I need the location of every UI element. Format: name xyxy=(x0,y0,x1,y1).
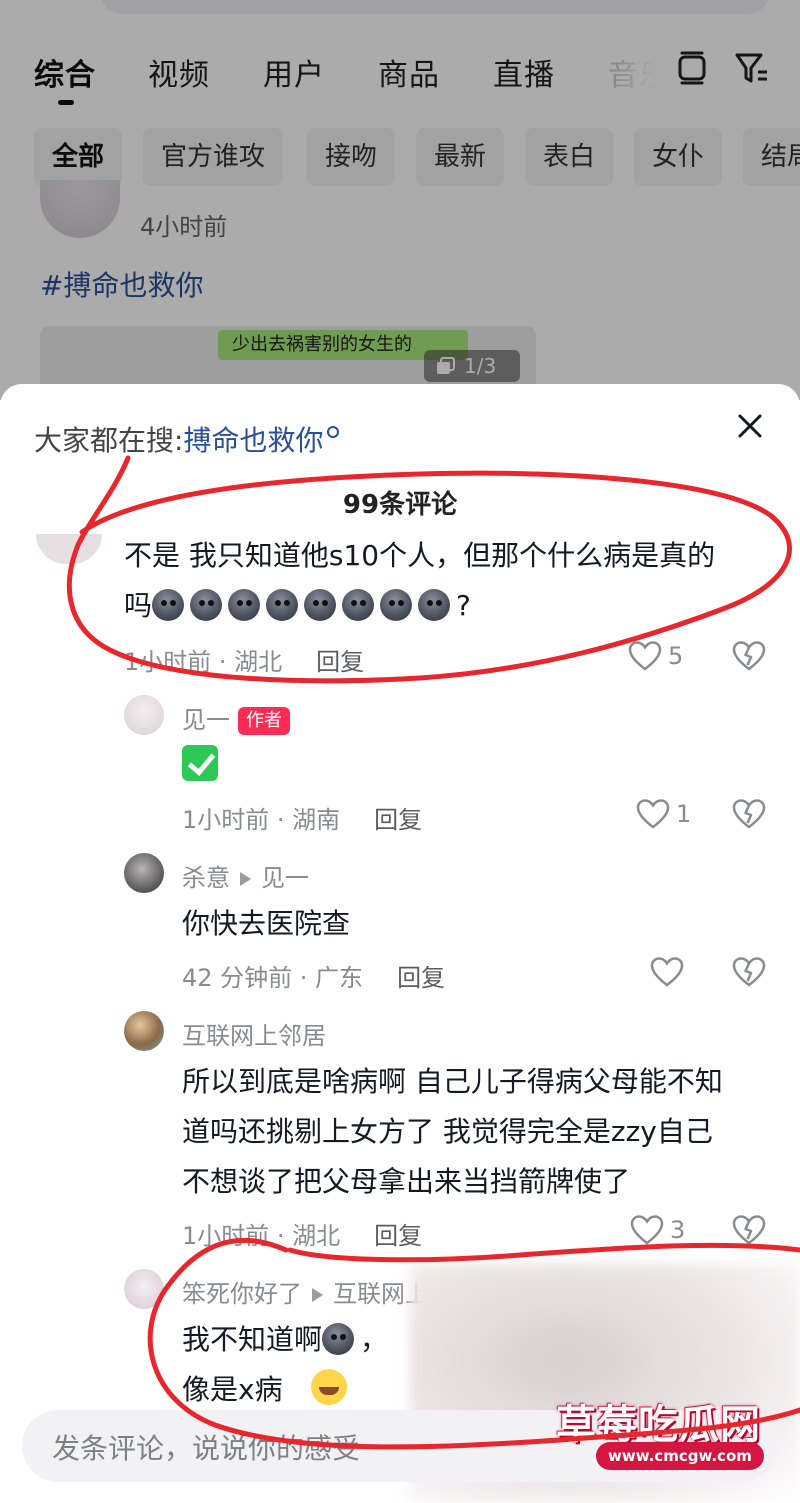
reply-arrow-icon xyxy=(240,872,251,886)
comment-count-title: 99条评论 xyxy=(342,490,458,520)
comment-meta: 42 分钟前 · 广东 回复 xyxy=(182,958,445,993)
emoji-icon xyxy=(418,589,451,621)
heart-icon[interactable] xyxy=(650,956,684,988)
crying-face-icon xyxy=(310,1369,347,1405)
search-results-page: 综合 视频 用户 商品 直播 音乐 全部 官方谁攻 接吻 最新 表白 女仆 结局… xyxy=(0,0,800,400)
avatar[interactable] xyxy=(124,1269,164,1309)
comment-text-line: 你快去医院查 xyxy=(182,907,351,940)
comment-time-location: 1小时前 · 湖南 xyxy=(182,806,341,834)
heart-icon xyxy=(636,799,670,829)
comment-text-line: 我不知道啊 ， xyxy=(182,1314,388,1366)
like-button[interactable]: 3 xyxy=(630,1214,685,1246)
watermark-logo: 草莓吃瓜网 www.cmcgw.com xyxy=(556,1392,770,1478)
avatar[interactable] xyxy=(124,853,164,893)
comment-text-line xyxy=(182,740,218,792)
comment-text-fragment: 吗 xyxy=(124,589,153,622)
comment-text-fragment: ， xyxy=(360,1323,389,1356)
author-badge: 作者 xyxy=(238,707,290,735)
emoji-icon xyxy=(228,589,261,621)
reply-button[interactable]: 回复 xyxy=(374,806,422,834)
comment-username[interactable]: 杀意 见一 xyxy=(182,858,309,893)
dislike-icon[interactable] xyxy=(732,1214,766,1246)
reply-button[interactable]: 回复 xyxy=(316,648,364,676)
comment-input-placeholder: 发条评论，说说你的感受 xyxy=(52,1432,361,1465)
reply-arrow-icon xyxy=(312,1288,323,1302)
emoji-icon xyxy=(380,589,413,621)
comment-time-location: 1小时前 · 湖北 xyxy=(182,1222,341,1250)
comment-time-location: 1小时前 · 湖北 xyxy=(124,648,283,676)
like-count: 5 xyxy=(668,642,684,670)
avatar[interactable] xyxy=(36,534,102,564)
reply-button[interactable]: 回复 xyxy=(374,1222,422,1250)
username[interactable]: 见一 xyxy=(182,706,230,734)
avatar[interactable] xyxy=(124,695,164,735)
heart-icon xyxy=(628,641,662,671)
comment-username[interactable]: 见一 作者 xyxy=(182,700,290,735)
comment-meta: 1小时前 · 湖北 回复 xyxy=(182,1216,422,1251)
modal-backdrop[interactable] xyxy=(0,0,800,400)
comment-meta: 1小时前 · 湖南 回复 xyxy=(182,800,422,835)
like-count: 1 xyxy=(676,800,692,828)
comment-text-line: 不想谈了把父母拿出来当挡箭牌使了 xyxy=(182,1165,631,1198)
comment-text-line: 道吗还挑剔上女方了 我觉得完全是zzy自己 xyxy=(182,1115,713,1148)
comment-text-line: 像是x病 xyxy=(182,1364,347,1416)
dislike-icon[interactable] xyxy=(732,798,766,830)
emoji-icon xyxy=(342,589,375,621)
emoji-icon xyxy=(304,589,337,621)
comment-time-location: 42 分钟前 · 广东 xyxy=(182,964,364,992)
dislike-icon[interactable] xyxy=(732,956,766,988)
comment-text-line: 吗? xyxy=(124,580,471,632)
like-button[interactable]: 1 xyxy=(636,798,691,830)
comment-username[interactable]: 互联网上邻居 xyxy=(182,1016,326,1051)
emoji-icon xyxy=(190,589,223,621)
check-mark-icon xyxy=(182,745,218,781)
comment-sheet: 大家都在搜:搏命也救你 99条评论 不是 我只知道他s10个人，但那个什么病是真… xyxy=(0,384,800,1503)
trending-search-prefix: 大家都在搜: xyxy=(34,424,184,457)
comment-text-fragment: ? xyxy=(456,589,471,622)
like-count: 3 xyxy=(670,1216,686,1244)
comment-text-fragment: 像是x病 xyxy=(182,1373,283,1406)
watermark-url: www.cmcgw.com xyxy=(596,1442,764,1470)
reply-to-username[interactable]: 见一 xyxy=(261,864,309,892)
search-icon xyxy=(327,426,340,438)
username[interactable]: 笨死你好了 xyxy=(182,1280,302,1308)
avatar[interactable] xyxy=(124,1011,164,1051)
heart-icon xyxy=(630,1215,664,1245)
comment-meta: 1小时前 · 湖北 回复 xyxy=(124,642,364,677)
emoji-icon xyxy=(322,1323,355,1355)
comment-text-fragment: 我不知道啊 xyxy=(182,1323,323,1356)
close-icon[interactable] xyxy=(730,406,770,446)
comment-text-line: 所以到底是啥病啊 自己儿子得病父母能不知 xyxy=(182,1065,723,1098)
emoji-icon xyxy=(266,589,299,621)
username[interactable]: 杀意 xyxy=(182,864,230,892)
comment-text-line: 不是 我只知道他s10个人，但那个什么病是真的 xyxy=(124,539,716,572)
trending-search-keyword[interactable]: 搏命也救你 xyxy=(183,424,323,457)
trending-search[interactable]: 大家都在搜:搏命也救你 xyxy=(34,419,340,459)
dislike-icon[interactable] xyxy=(732,640,766,672)
emoji-icon xyxy=(152,589,185,621)
reply-button[interactable]: 回复 xyxy=(397,964,445,992)
like-button[interactable]: 5 xyxy=(628,640,683,672)
